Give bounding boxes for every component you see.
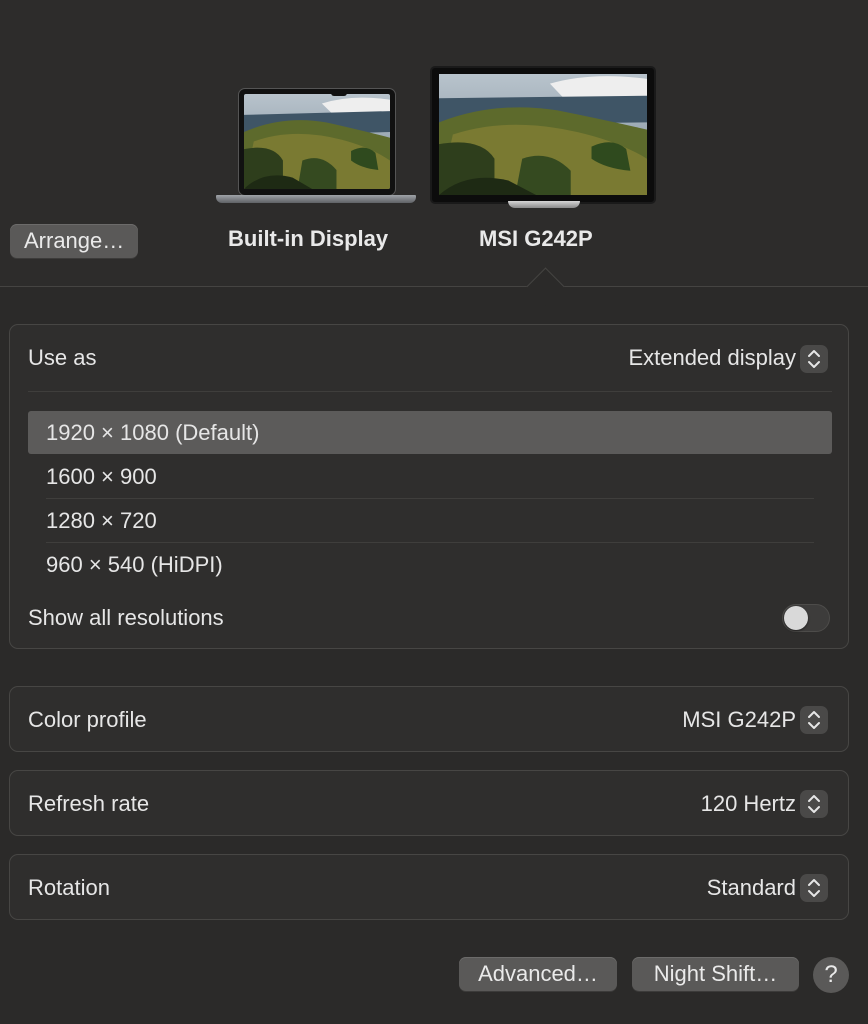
question-mark-icon: ? — [824, 961, 838, 988]
divider — [0, 286, 868, 287]
refresh-rate-label: Refresh rate — [28, 791, 150, 816]
builtin-display-label[interactable]: Built-in Display — [228, 226, 388, 252]
up-down-chevron-icon — [808, 711, 820, 729]
advanced-button[interactable]: Advanced… — [459, 957, 617, 991]
refresh-rate-row: Refresh rate 120 Hertz — [9, 770, 849, 836]
color-profile-label: Color profile — [28, 707, 147, 732]
toggle-knob — [784, 606, 808, 630]
builtin-display-thumbnail[interactable] — [216, 86, 416, 206]
resolution-option[interactable]: 1920 × 1080 (Default) — [28, 411, 832, 454]
rotation-label: Rotation — [28, 875, 110, 900]
rotation-stepper[interactable] — [800, 874, 828, 902]
wallpaper-image — [244, 94, 390, 189]
color-profile-row: Color profile MSI G242P — [9, 686, 849, 752]
show-all-resolutions-toggle[interactable] — [782, 604, 830, 632]
refresh-rate-value[interactable]: 120 Hertz — [701, 791, 796, 817]
resolution-option[interactable]: 960 × 540 (HiDPI) — [28, 543, 832, 586]
use-as-stepper[interactable] — [800, 345, 828, 373]
refresh-rate-stepper[interactable] — [800, 790, 828, 818]
resolution-group: Use as Extended display 1920 × 1080 (Def… — [9, 324, 849, 649]
color-profile-value[interactable]: MSI G242P — [682, 707, 796, 733]
night-shift-button[interactable]: Night Shift… — [632, 957, 799, 991]
rotation-row: Rotation Standard — [9, 854, 849, 920]
external-display-label[interactable]: MSI G242P — [479, 226, 593, 252]
laptop-screen — [238, 88, 396, 196]
help-button[interactable]: ? — [813, 957, 849, 993]
resolution-option[interactable]: 1600 × 900 — [28, 455, 832, 498]
monitor-screen — [432, 68, 654, 202]
show-all-resolutions-label: Show all resolutions — [28, 605, 224, 630]
wallpaper-image — [439, 74, 647, 195]
monitor-stand — [508, 201, 580, 208]
laptop-base — [216, 195, 416, 203]
use-as-label: Use as — [28, 345, 97, 370]
divider — [28, 391, 832, 392]
up-down-chevron-icon — [808, 350, 820, 368]
up-down-chevron-icon — [808, 795, 820, 813]
rotation-value[interactable]: Standard — [707, 875, 796, 901]
laptop-notch — [331, 91, 347, 96]
up-down-chevron-icon — [808, 879, 820, 897]
use-as-value[interactable]: Extended display — [628, 345, 796, 371]
color-profile-stepper[interactable] — [800, 706, 828, 734]
external-display-thumbnail[interactable] — [432, 68, 654, 210]
resolution-option[interactable]: 1280 × 720 — [28, 499, 832, 542]
arrange-button[interactable]: Arrange… — [10, 224, 139, 258]
